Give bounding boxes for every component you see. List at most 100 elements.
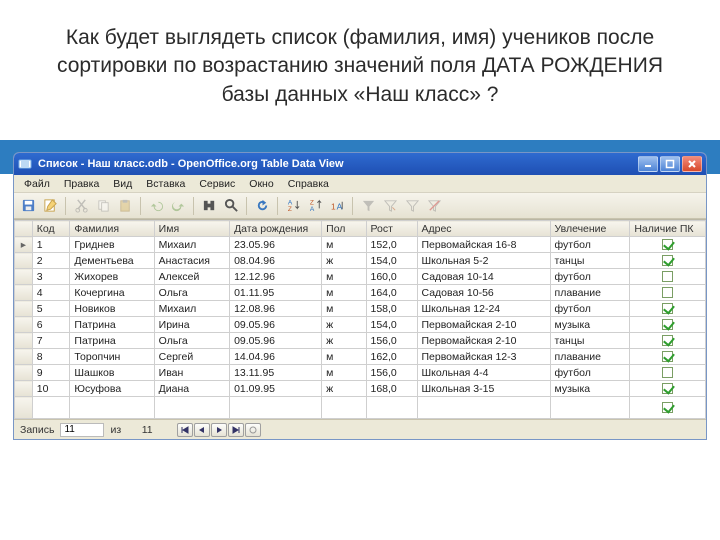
col-hob[interactable]: Увлечение [550, 221, 630, 237]
checkbox-icon[interactable] [662, 255, 673, 266]
cell-hob[interactable]: футбол [550, 301, 630, 317]
cell-rost[interactable]: 156,0 [366, 365, 417, 381]
cell-kod[interactable]: 10 [32, 381, 70, 397]
cell-rost[interactable]: 154,0 [366, 317, 417, 333]
row-marker[interactable] [15, 253, 33, 269]
table-row[interactable]: 9ШашковИван13.11.95м156,0Школьная 4-4фут… [15, 365, 706, 381]
table-row[interactable]: 4КочергинаОльга01.11.95м164,0Садовая 10-… [15, 285, 706, 301]
table-row[interactable]: 8ТоропчинСергей14.04.96м162,0Первомайска… [15, 349, 706, 365]
cell-pc[interactable] [630, 317, 706, 333]
cell-name[interactable]: Иван [154, 365, 229, 381]
menu-window[interactable]: Окно [243, 177, 279, 191]
paste-icon[interactable] [115, 196, 135, 216]
cell-pol[interactable]: м [322, 285, 366, 301]
cell-hob[interactable]: футбол [550, 269, 630, 285]
cell-kod[interactable]: 5 [32, 301, 70, 317]
cell-hob[interactable]: музыка [550, 317, 630, 333]
col-rost[interactable]: Рост [366, 221, 417, 237]
cell-pc[interactable] [630, 269, 706, 285]
cell-pc[interactable] [630, 365, 706, 381]
row-selector-header[interactable] [15, 221, 33, 237]
row-marker[interactable] [15, 333, 33, 349]
cell-hob[interactable]: плавание [550, 285, 630, 301]
col-name[interactable]: Имя [154, 221, 229, 237]
cell-kod[interactable]: 1 [32, 237, 70, 253]
cell-date[interactable]: 08.04.96 [230, 253, 322, 269]
search-icon[interactable] [221, 196, 241, 216]
checkbox-icon[interactable] [662, 287, 673, 298]
checkbox-icon[interactable] [662, 271, 673, 282]
new-row[interactable] [15, 397, 706, 419]
cell-fam[interactable]: Дементьева [70, 253, 154, 269]
cell-fam[interactable]: Патрина [70, 333, 154, 349]
cell-hob[interactable]: танцы [550, 253, 630, 269]
table-row[interactable]: 6ПатринаИрина09.05.96ж154,0Первомайская … [15, 317, 706, 333]
checkbox-icon[interactable] [662, 335, 673, 346]
cell-adr[interactable]: Школьная 12-24 [417, 301, 550, 317]
cell-kod[interactable]: 9 [32, 365, 70, 381]
record-number-input[interactable] [60, 423, 104, 437]
cell-date[interactable]: 09.05.96 [230, 317, 322, 333]
cell-name[interactable]: Диана [154, 381, 229, 397]
menu-help[interactable]: Справка [282, 177, 335, 191]
row-marker[interactable] [15, 285, 33, 301]
cut-icon[interactable] [71, 196, 91, 216]
table-row[interactable]: 5НовиковМихаил12.08.96м158,0Школьная 12-… [15, 301, 706, 317]
menu-edit[interactable]: Правка [58, 177, 105, 191]
cell-rost[interactable]: 160,0 [366, 269, 417, 285]
table-row[interactable]: 10ЮсуфоваДиана01.09.95ж168,0Школьная 3-1… [15, 381, 706, 397]
cell-adr[interactable]: Первомайская 2-10 [417, 333, 550, 349]
cell-date[interactable]: 01.09.95 [230, 381, 322, 397]
cell-rost[interactable]: 152,0 [366, 237, 417, 253]
cell-pol[interactable]: ж [322, 381, 366, 397]
cell-rost[interactable]: 164,0 [366, 285, 417, 301]
cell-fam[interactable]: Шашков [70, 365, 154, 381]
col-pc[interactable]: Наличие ПК [630, 221, 706, 237]
cell-pc[interactable] [630, 285, 706, 301]
cell-name[interactable]: Ольга [154, 333, 229, 349]
nav-prev-icon[interactable] [194, 423, 210, 437]
cell-fam[interactable]: Торопчин [70, 349, 154, 365]
cell-pol[interactable]: м [322, 349, 366, 365]
cell-pol[interactable]: м [322, 237, 366, 253]
cell-fam[interactable]: Патрина [70, 317, 154, 333]
checkbox-icon[interactable] [662, 303, 673, 314]
menu-insert[interactable]: Вставка [140, 177, 191, 191]
cell-hob[interactable]: танцы [550, 333, 630, 349]
cell-rost[interactable]: 156,0 [366, 333, 417, 349]
nav-last-icon[interactable] [228, 423, 244, 437]
cell-pol[interactable]: ж [322, 253, 366, 269]
cell-date[interactable]: 12.12.96 [230, 269, 322, 285]
col-kod[interactable]: Код [32, 221, 70, 237]
row-marker[interactable] [15, 317, 33, 333]
table-row[interactable]: ▸1ГридневМихаил23.05.96м152,0Первомайска… [15, 237, 706, 253]
cell-rost[interactable]: 162,0 [366, 349, 417, 365]
checkbox-icon[interactable] [662, 351, 673, 362]
redo-icon[interactable] [168, 196, 188, 216]
nav-next-icon[interactable] [211, 423, 227, 437]
checkbox-icon[interactable] [662, 239, 673, 250]
cell-date[interactable]: 09.05.96 [230, 333, 322, 349]
cell-adr[interactable]: Школьная 3-15 [417, 381, 550, 397]
cell-name[interactable]: Михаил [154, 237, 229, 253]
copy-icon[interactable] [93, 196, 113, 216]
cell-date[interactable]: 01.11.95 [230, 285, 322, 301]
cell-hob[interactable]: футбол [550, 365, 630, 381]
col-adr[interactable]: Адрес [417, 221, 550, 237]
cell-date[interactable]: 23.05.96 [230, 237, 322, 253]
cell-pc[interactable] [630, 349, 706, 365]
cell-pc[interactable] [630, 301, 706, 317]
cell-pol[interactable]: ж [322, 333, 366, 349]
cell-date[interactable]: 13.11.95 [230, 365, 322, 381]
cell-rost[interactable]: 154,0 [366, 253, 417, 269]
titlebar[interactable]: Список - Наш класс.odb - OpenOffice.org … [14, 153, 706, 175]
undo-icon[interactable] [146, 196, 166, 216]
cell-fam[interactable]: Гриднев [70, 237, 154, 253]
checkbox-icon[interactable] [662, 383, 673, 394]
cell-adr[interactable]: Школьная 5-2 [417, 253, 550, 269]
checkbox-icon[interactable] [662, 367, 673, 378]
table-row[interactable]: 7ПатринаОльга09.05.96ж156,0Первомайская … [15, 333, 706, 349]
refresh-icon[interactable] [252, 196, 272, 216]
cell-kod[interactable]: 4 [32, 285, 70, 301]
close-button[interactable] [682, 156, 702, 172]
